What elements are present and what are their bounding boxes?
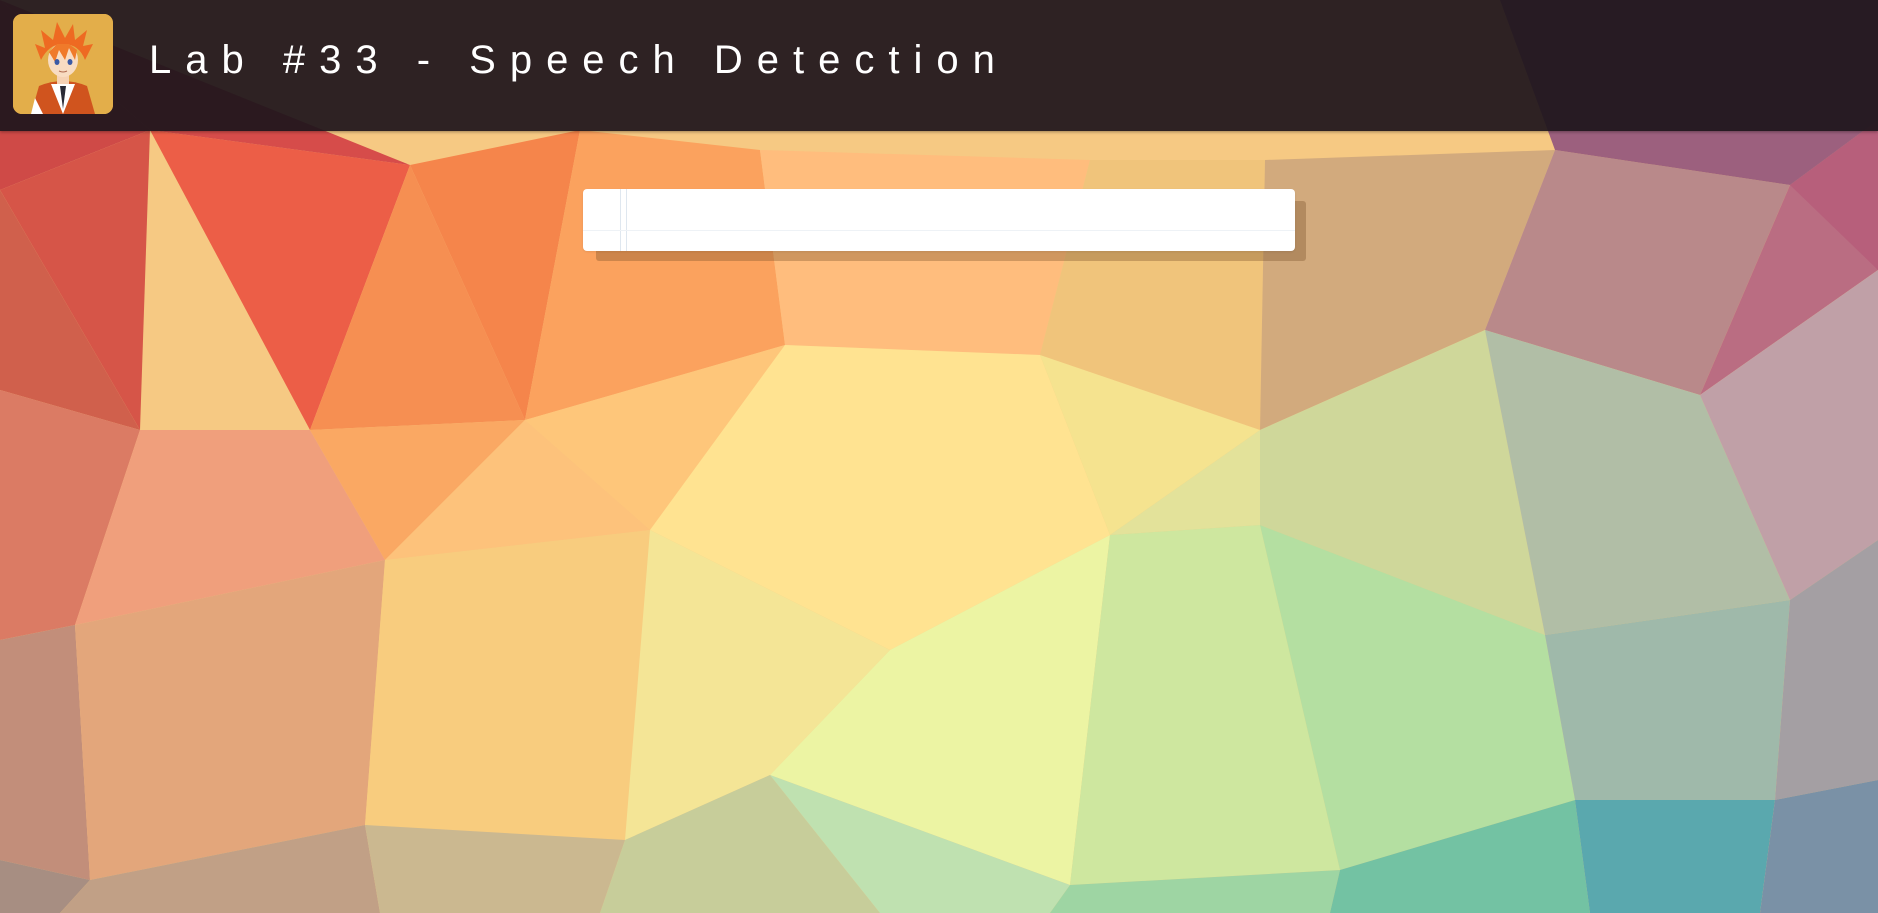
low-poly-background — [0, 0, 1878, 913]
anime-character-avatar-icon — [13, 14, 113, 114]
paper-margin-line — [620, 189, 621, 251]
page-background: Lab #33 - Speech Detection — [0, 0, 1878, 913]
paper-margin-line — [626, 189, 627, 251]
transcript-paper — [583, 189, 1295, 251]
page-title: Lab #33 - Speech Detection — [149, 38, 1009, 82]
paper-rule-line — [583, 230, 1295, 231]
avatar — [13, 14, 113, 114]
app-header: Lab #33 - Speech Detection — [0, 0, 1878, 131]
